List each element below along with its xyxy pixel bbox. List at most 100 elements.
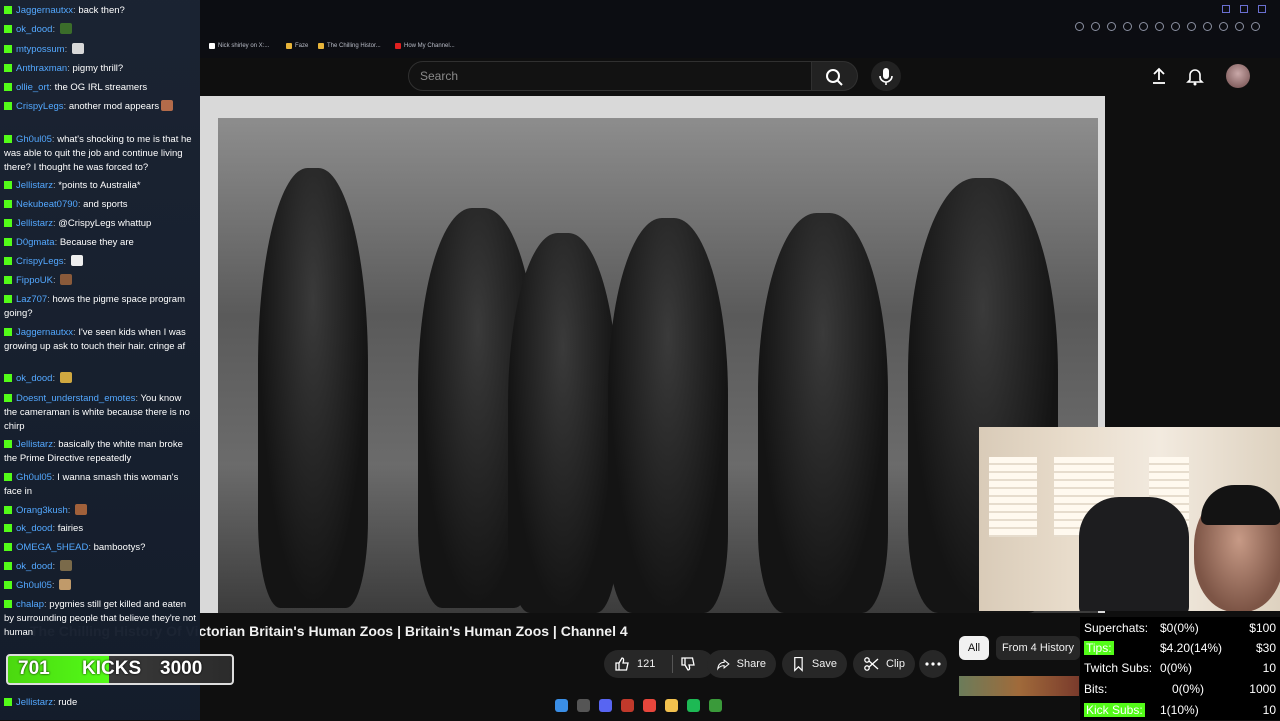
chat-username[interactable]: Jellistarz — [16, 697, 53, 708]
stat-label: Kick Subs: — [1084, 703, 1145, 717]
like-dislike-button[interactable]: 121 — [604, 650, 714, 678]
sidebar-area — [1105, 96, 1280, 426]
kick-badge-icon — [4, 543, 12, 551]
chat-text: *points to Australia* — [58, 180, 141, 191]
chat-message: Jaggernautxx: I've seen kids when I was … — [4, 327, 186, 352]
chat-text: fairies — [57, 523, 84, 534]
folder-icon[interactable] — [665, 699, 678, 712]
scissors-icon — [864, 657, 879, 671]
stat-label: Tips: — [1084, 641, 1114, 655]
chat-message: Doesnt_understand_emotes: You know the c… — [4, 393, 190, 432]
share-icon — [717, 658, 730, 671]
voice-search-button[interactable] — [871, 61, 901, 91]
emote-icon — [59, 23, 72, 34]
chat-text: back then? — [78, 5, 125, 16]
chat-username[interactable]: Jaggernautxx — [16, 327, 73, 338]
notifications-button[interactable] — [1185, 66, 1205, 86]
chat-message: ok_dood: — [4, 560, 196, 574]
chat-username[interactable]: Jellistarz — [16, 439, 53, 450]
clip-button[interactable]: Clip — [853, 650, 915, 678]
obs-icon[interactable] — [621, 699, 634, 712]
chat-message: Jellistarz: rude — [4, 696, 196, 710]
bookmark-icon — [794, 656, 803, 672]
chat-username[interactable]: Gh0ul05 — [16, 134, 52, 145]
search-button[interactable] — [812, 61, 858, 91]
stat-value: 1(10%) — [1160, 703, 1199, 717]
chat-username[interactable]: ok_dood — [16, 561, 52, 572]
clip-label: Clip — [886, 658, 905, 670]
chat-username[interactable]: FippoUK — [16, 275, 53, 286]
chat-username[interactable]: CrispyLegs — [16, 256, 64, 267]
kick-badge-icon — [4, 238, 12, 246]
stat-value: 0(0%) — [1172, 682, 1205, 696]
thumbs-down-icon — [681, 657, 696, 671]
search-taskbar-icon[interactable] — [577, 699, 590, 712]
chat-message: mtypossum: — [4, 43, 196, 57]
chat-username[interactable]: Orang3kush — [16, 505, 68, 516]
xbox-icon[interactable] — [709, 699, 722, 712]
more-actions-button[interactable] — [919, 650, 947, 678]
bookmark-label: Faze — [295, 43, 309, 49]
bookmark-4[interactable]: How My Channel... — [395, 41, 455, 51]
chat-text: another mod appears — [68, 101, 160, 112]
chat-username[interactable]: mtypossum — [16, 44, 65, 55]
bookmark-label: Nick shirley on X:... — [218, 43, 270, 49]
bookmark-3[interactable]: The Chilling Histor... — [318, 41, 381, 51]
chat-text: Because they are — [59, 237, 134, 248]
emote-icon — [60, 274, 73, 285]
emote-icon — [59, 372, 72, 383]
start-icon[interactable] — [555, 699, 568, 712]
chat-username[interactable]: Jaggernautxx — [16, 5, 73, 16]
upload-button[interactable] — [1149, 66, 1169, 86]
emote-icon — [59, 579, 72, 590]
kick-badge-icon — [4, 374, 12, 382]
recommended-thumbnail[interactable] — [959, 676, 1079, 696]
bookmark-1[interactable]: Nick shirley on X:... — [209, 41, 269, 51]
kick-badge-icon — [4, 219, 12, 227]
kick-badge-icon — [4, 562, 12, 570]
chat-message: Laz707: hows the pigme space program goi… — [4, 294, 185, 319]
kick-badge-icon — [4, 181, 12, 189]
window-controls[interactable] — [1222, 5, 1266, 13]
emote-icon — [75, 504, 88, 515]
kick-badge-icon — [4, 200, 12, 208]
chat-message: Gh0ul05: I wanna smash this woman's face… — [4, 472, 179, 497]
chat-username[interactable]: CrispyLegs — [16, 101, 64, 112]
stat-value: $4.20(14%) — [1160, 641, 1223, 655]
chat-username[interactable]: Gh0ul05 — [16, 580, 52, 591]
chat-username[interactable]: Gh0ul05 — [16, 472, 52, 483]
chat-username[interactable]: Nekubeat0790 — [16, 199, 78, 210]
spotify-icon[interactable] — [687, 699, 700, 712]
video-player[interactable] — [200, 96, 1105, 613]
stat-goal: $100 — [1249, 621, 1276, 635]
chat-username[interactable]: ok_dood — [16, 373, 52, 384]
stat-goal: $30 — [1255, 641, 1276, 655]
extension-icons[interactable] — [1075, 22, 1260, 31]
chip-all[interactable]: All — [959, 636, 989, 660]
kick-badge-icon — [4, 295, 12, 303]
chat-username[interactable]: OMEGA_5HEAD — [16, 542, 88, 553]
chat-username[interactable]: ollie_ort — [16, 82, 49, 93]
chrome-icon[interactable] — [643, 699, 656, 712]
chat-username[interactable]: Jellistarz — [16, 180, 53, 191]
chat-username[interactable]: Jellistarz — [16, 218, 53, 229]
kick-badge-icon — [4, 83, 12, 91]
search-input[interactable] — [408, 61, 812, 91]
save-button[interactable]: Save — [782, 650, 847, 678]
chat-username[interactable]: Anthraxman — [16, 63, 67, 74]
chat-username[interactable]: ok_dood — [16, 24, 52, 35]
stat-value: 0(0%) — [1160, 661, 1193, 675]
bookmark-2[interactable]: Faze — [286, 41, 308, 51]
share-button[interactable]: Share — [707, 650, 776, 678]
stat-goal: 10 — [1262, 661, 1276, 675]
chat-username[interactable]: chalap — [16, 599, 44, 610]
chat-message: ok_dood: — [4, 372, 196, 386]
chat-username[interactable]: ok_dood — [16, 523, 52, 534]
account-avatar[interactable] — [1226, 64, 1250, 88]
video-frame — [218, 118, 1098, 613]
chat-username[interactable]: D0gmata — [16, 237, 55, 248]
discord-icon[interactable] — [599, 699, 612, 712]
chat-username[interactable]: Laz707 — [16, 294, 47, 305]
chat-username[interactable]: Doesnt_understand_emotes — [16, 393, 135, 404]
chip-from-4-history[interactable]: From 4 History — [996, 636, 1080, 660]
